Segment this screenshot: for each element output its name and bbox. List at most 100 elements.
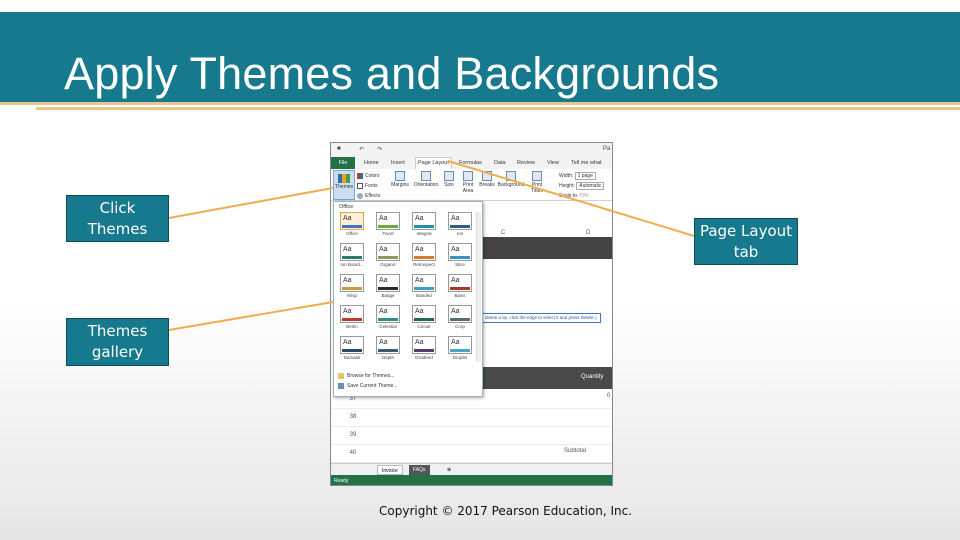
theme-thumbnail[interactable]: Aa Celestial	[373, 305, 403, 331]
save-theme-item[interactable]: Save Current Theme...	[338, 381, 398, 391]
theme-thumbnail[interactable]: Aa Dividend	[409, 336, 439, 362]
theme-color-strip	[414, 287, 434, 290]
tab-file[interactable]: File	[331, 157, 355, 169]
table-row: 39	[331, 427, 612, 445]
table-row: 38	[331, 409, 612, 427]
add-sheet-icon[interactable]: ⊕	[443, 465, 455, 475]
theme-name: Ion Board...	[340, 262, 364, 267]
theme-thumbnail[interactable]: Aa Crop	[445, 305, 475, 331]
browse-themes-item[interactable]: Browse for Themes...	[338, 371, 398, 381]
tip-note[interactable]: delete a tip, click the edge to select i…	[481, 313, 601, 323]
accent-rule-top	[0, 102, 960, 105]
tab-page-layout[interactable]: Page Layout	[415, 157, 452, 169]
theme-color-strip	[414, 225, 434, 228]
theme-thumbnail[interactable]: Aa Droplet	[445, 336, 475, 362]
gallery-menu: Browse for Themes... Save Current Theme.…	[338, 371, 398, 391]
save-icon[interactable]: ■	[337, 146, 341, 152]
theme-color-strip	[378, 225, 398, 228]
theme-thumbnail[interactable]: Aa Depth	[373, 336, 403, 362]
theme-name: Crop	[455, 324, 465, 329]
theme-color-strip	[378, 287, 398, 290]
fonts-button[interactable]: Fonts	[357, 181, 380, 191]
subtotal-label: Subtotal	[564, 448, 587, 454]
theme-preview: Aa	[340, 243, 364, 261]
theme-thumbnail[interactable]: Aa Damask	[337, 336, 367, 362]
theme-thumbnail[interactable]: Aa Office	[337, 212, 367, 238]
theme-thumbnail[interactable]: Aa Wisp	[337, 274, 367, 300]
theme-name: Badge	[381, 293, 395, 298]
theme-thumbnail[interactable]: Aa Berlin	[337, 305, 367, 331]
column-header-c[interactable]: C	[501, 230, 505, 236]
column-header-d[interactable]: D	[586, 230, 590, 236]
sheet-tab-faqs[interactable]: FAQs	[409, 465, 430, 475]
theme-color-strip	[450, 287, 470, 290]
theme-thumbnail[interactable]: Aa Facet	[373, 212, 403, 238]
title-banner: Apply Themes and Backgrounds	[0, 12, 960, 102]
themes-button[interactable]: Themes	[333, 170, 355, 200]
callout-themes-gallery: Themes gallery	[66, 318, 169, 366]
theme-thumbnail[interactable]: Aa Badge	[373, 274, 403, 300]
theme-thumbnail[interactable]: Aa Organic	[373, 243, 403, 269]
theme-color-strip	[450, 349, 470, 352]
theme-thumbnail[interactable]: Aa Banded	[409, 274, 439, 300]
theme-thumbnail[interactable]: Aa Ion Board...	[337, 243, 367, 269]
theme-preview: Aa	[376, 243, 400, 261]
themes-label: Themes	[334, 184, 354, 190]
theme-color-strip	[414, 349, 434, 352]
sheet-tab-invoice[interactable]: Invoice	[377, 465, 403, 475]
theme-preview: Aa	[340, 336, 364, 354]
effects-icon	[357, 193, 363, 199]
theme-color-strip	[342, 287, 362, 290]
window-title-truncated: Pa	[603, 146, 611, 152]
theme-preview: Aa	[448, 305, 472, 323]
theme-thumbnail[interactable]: Aa Ion	[445, 212, 475, 238]
fonts-icon	[357, 183, 363, 189]
tab-view[interactable]: View	[547, 160, 559, 166]
colors-icon	[357, 173, 363, 179]
tab-insert[interactable]: Insert	[391, 160, 405, 166]
background-button[interactable]: Background	[496, 169, 526, 188]
gallery-scrollbar[interactable]	[476, 212, 481, 362]
theme-name: Wisp	[347, 293, 357, 298]
size-button[interactable]: Size	[441, 169, 457, 188]
height-select[interactable]: Automatic	[576, 182, 605, 190]
margins-button[interactable]: Margins	[389, 169, 411, 188]
tell-me-search[interactable]: Tell me what	[571, 160, 602, 166]
theme-preview: Aa	[412, 212, 436, 230]
header-band	[481, 237, 612, 259]
ribbon-tabs: File Home Insert Page Layout Formulas Da…	[331, 157, 612, 169]
theme-color-strip	[378, 256, 398, 259]
tab-review[interactable]: Review	[517, 160, 535, 166]
theme-thumbnail[interactable]: Aa Basis	[445, 274, 475, 300]
undo-icon[interactable]: ↶	[359, 146, 364, 153]
tab-formulas[interactable]: Formulas	[459, 160, 482, 166]
tab-home[interactable]: Home	[364, 160, 379, 166]
print-area-button[interactable]: Print Area	[459, 169, 477, 194]
theme-name: Integral	[416, 231, 432, 236]
breaks-button[interactable]: Breaks	[478, 169, 496, 188]
tab-data[interactable]: Data	[494, 160, 506, 166]
effects-button[interactable]: Effects	[357, 191, 380, 201]
theme-preview: Aa	[412, 274, 436, 292]
theme-preview: Aa	[412, 243, 436, 261]
callout-line-themes	[168, 187, 334, 219]
theme-name: Facet	[382, 231, 394, 236]
width-select[interactable]: 1 page	[574, 172, 596, 180]
scale-to-fit: Width: 1 page Height: Automatic Scale to…	[559, 171, 605, 201]
orientation-button[interactable]: Orientation	[411, 169, 441, 188]
theme-preview: Aa	[340, 274, 364, 292]
redo-icon[interactable]: ↷	[377, 146, 382, 153]
theme-thumbnail[interactable]: Aa Integral	[409, 212, 439, 238]
theme-preview: Aa	[448, 336, 472, 354]
themes-gallery[interactable]: Office Aa Office Aa Facet Aa Integral Aa Ion Aa I…	[333, 201, 483, 397]
print-titles-button[interactable]: Print Titles	[526, 169, 548, 194]
scale-input[interactable]: 70%	[578, 193, 588, 199]
theme-thumbnail[interactable]: Aa Circuit	[409, 305, 439, 331]
colors-button[interactable]: Colors	[357, 171, 380, 181]
theme-thumbnail[interactable]: Aa Slice	[445, 243, 475, 269]
theme-color-strip	[450, 256, 470, 259]
theme-name: Basis	[454, 293, 466, 298]
gallery-section-label: Office	[339, 204, 354, 210]
theme-thumbnail[interactable]: Aa Retrospect	[409, 243, 439, 269]
themes-icon	[338, 174, 350, 183]
